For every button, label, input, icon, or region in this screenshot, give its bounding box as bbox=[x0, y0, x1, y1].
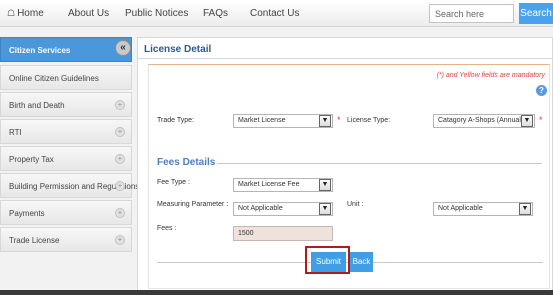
sidebar-item-property-tax[interactable]: Property Tax + bbox=[0, 146, 132, 171]
unit-value: Not Applicable bbox=[438, 205, 483, 212]
sidebar-item-label: Payments bbox=[9, 209, 45, 218]
mandatory-fields-note: (*) and Yellow fields are mandatory bbox=[436, 72, 545, 79]
chevron-down-icon: ▼ bbox=[319, 115, 331, 127]
chevron-down-icon: ▼ bbox=[519, 203, 531, 215]
unit-label: Unit : bbox=[347, 201, 364, 208]
trade-type-select[interactable]: Market License ▼ bbox=[233, 114, 333, 128]
sidebar-item-citizen-services[interactable]: Citizen Services « bbox=[0, 37, 132, 62]
expand-icon[interactable]: + bbox=[115, 154, 125, 164]
nav-contact-link[interactable]: Contact Us bbox=[250, 8, 299, 19]
page-title: License Detail bbox=[144, 44, 212, 55]
sidebar: Citizen Services « Online Citizen Guidel… bbox=[0, 37, 139, 254]
footer-strip bbox=[0, 290, 553, 295]
home-icon: ☖ bbox=[7, 8, 16, 18]
chevron-down-icon: ▼ bbox=[319, 203, 331, 215]
chevron-down-icon: ▼ bbox=[521, 115, 533, 127]
measuring-parameter-select[interactable]: Not Applicable ▼ bbox=[233, 202, 333, 216]
expand-icon[interactable]: + bbox=[115, 235, 125, 245]
collapse-sidebar-icon[interactable]: « bbox=[115, 40, 131, 56]
sidebar-item-building-permission[interactable]: Building Permission and Regulations + bbox=[0, 173, 139, 198]
required-marker: * bbox=[337, 115, 341, 125]
nav-about-link[interactable]: About Us bbox=[68, 8, 109, 19]
fees-label: Fees : bbox=[157, 225, 177, 232]
sidebar-item-label: Trade License bbox=[9, 236, 60, 245]
sidebar-item-rti[interactable]: RTI + bbox=[0, 119, 132, 144]
unit-select[interactable]: Not Applicable ▼ bbox=[433, 202, 533, 216]
fee-type-value: Market License Fee bbox=[238, 181, 300, 188]
back-button[interactable]: Back bbox=[350, 252, 373, 272]
sidebar-item-label: RTI bbox=[9, 128, 22, 137]
fee-type-label: Fee Type : bbox=[157, 179, 190, 186]
search-button[interactable]: Search bbox=[519, 3, 553, 24]
fee-type-select[interactable]: Market License Fee ▼ bbox=[233, 178, 333, 192]
trade-type-value: Market License bbox=[238, 117, 286, 124]
sidebar-item-label: Citizen Services bbox=[9, 46, 71, 55]
top-navigation-bar: ☖ Home About Us Public Notices FAQs Conta… bbox=[0, 0, 553, 27]
expand-icon[interactable]: + bbox=[115, 127, 125, 137]
nav-public-notices-link[interactable]: Public Notices bbox=[125, 8, 188, 19]
sidebar-item-online-citizen-guidelines[interactable]: Online Citizen Guidelines bbox=[0, 65, 132, 90]
required-marker: * bbox=[539, 115, 543, 125]
measuring-parameter-label: Measuring Parameter : bbox=[157, 201, 229, 208]
nav-home-link[interactable]: ☖ Home bbox=[7, 8, 44, 19]
chevron-down-icon: ▼ bbox=[319, 179, 331, 191]
license-type-label: License Type: bbox=[347, 117, 391, 124]
fees-divider bbox=[217, 163, 542, 164]
trade-type-label: Trade Type: bbox=[157, 117, 194, 124]
license-type-value: Catagory A-Shops (Annual Tu bbox=[438, 117, 531, 124]
nav-home-label: Home bbox=[17, 8, 44, 19]
help-icon[interactable]: ? bbox=[536, 85, 547, 96]
sidebar-item-birth-and-death[interactable]: Birth and Death + bbox=[0, 92, 132, 117]
sidebar-item-trade-license[interactable]: Trade License + bbox=[0, 227, 132, 252]
sidebar-item-payments[interactable]: Payments + bbox=[0, 200, 132, 225]
license-type-select[interactable]: Catagory A-Shops (Annual Tu ▼ bbox=[433, 114, 535, 128]
sidebar-item-label: Birth and Death bbox=[9, 101, 65, 110]
nav-faqs-link[interactable]: FAQs bbox=[203, 8, 228, 19]
measuring-parameter-value: Not Applicable bbox=[238, 205, 283, 212]
sidebar-item-label: Online Citizen Guidelines bbox=[9, 74, 99, 83]
title-divider bbox=[138, 58, 553, 59]
fees-field[interactable]: 1500 bbox=[233, 226, 333, 241]
search-input[interactable] bbox=[429, 4, 514, 23]
fees-details-heading: Fees Details bbox=[157, 157, 216, 168]
expand-icon[interactable]: + bbox=[115, 100, 125, 110]
submit-button[interactable]: Submit bbox=[311, 252, 346, 272]
expand-icon[interactable]: + bbox=[115, 181, 125, 191]
sidebar-item-label: Property Tax bbox=[9, 155, 54, 164]
expand-icon[interactable]: + bbox=[115, 208, 125, 218]
